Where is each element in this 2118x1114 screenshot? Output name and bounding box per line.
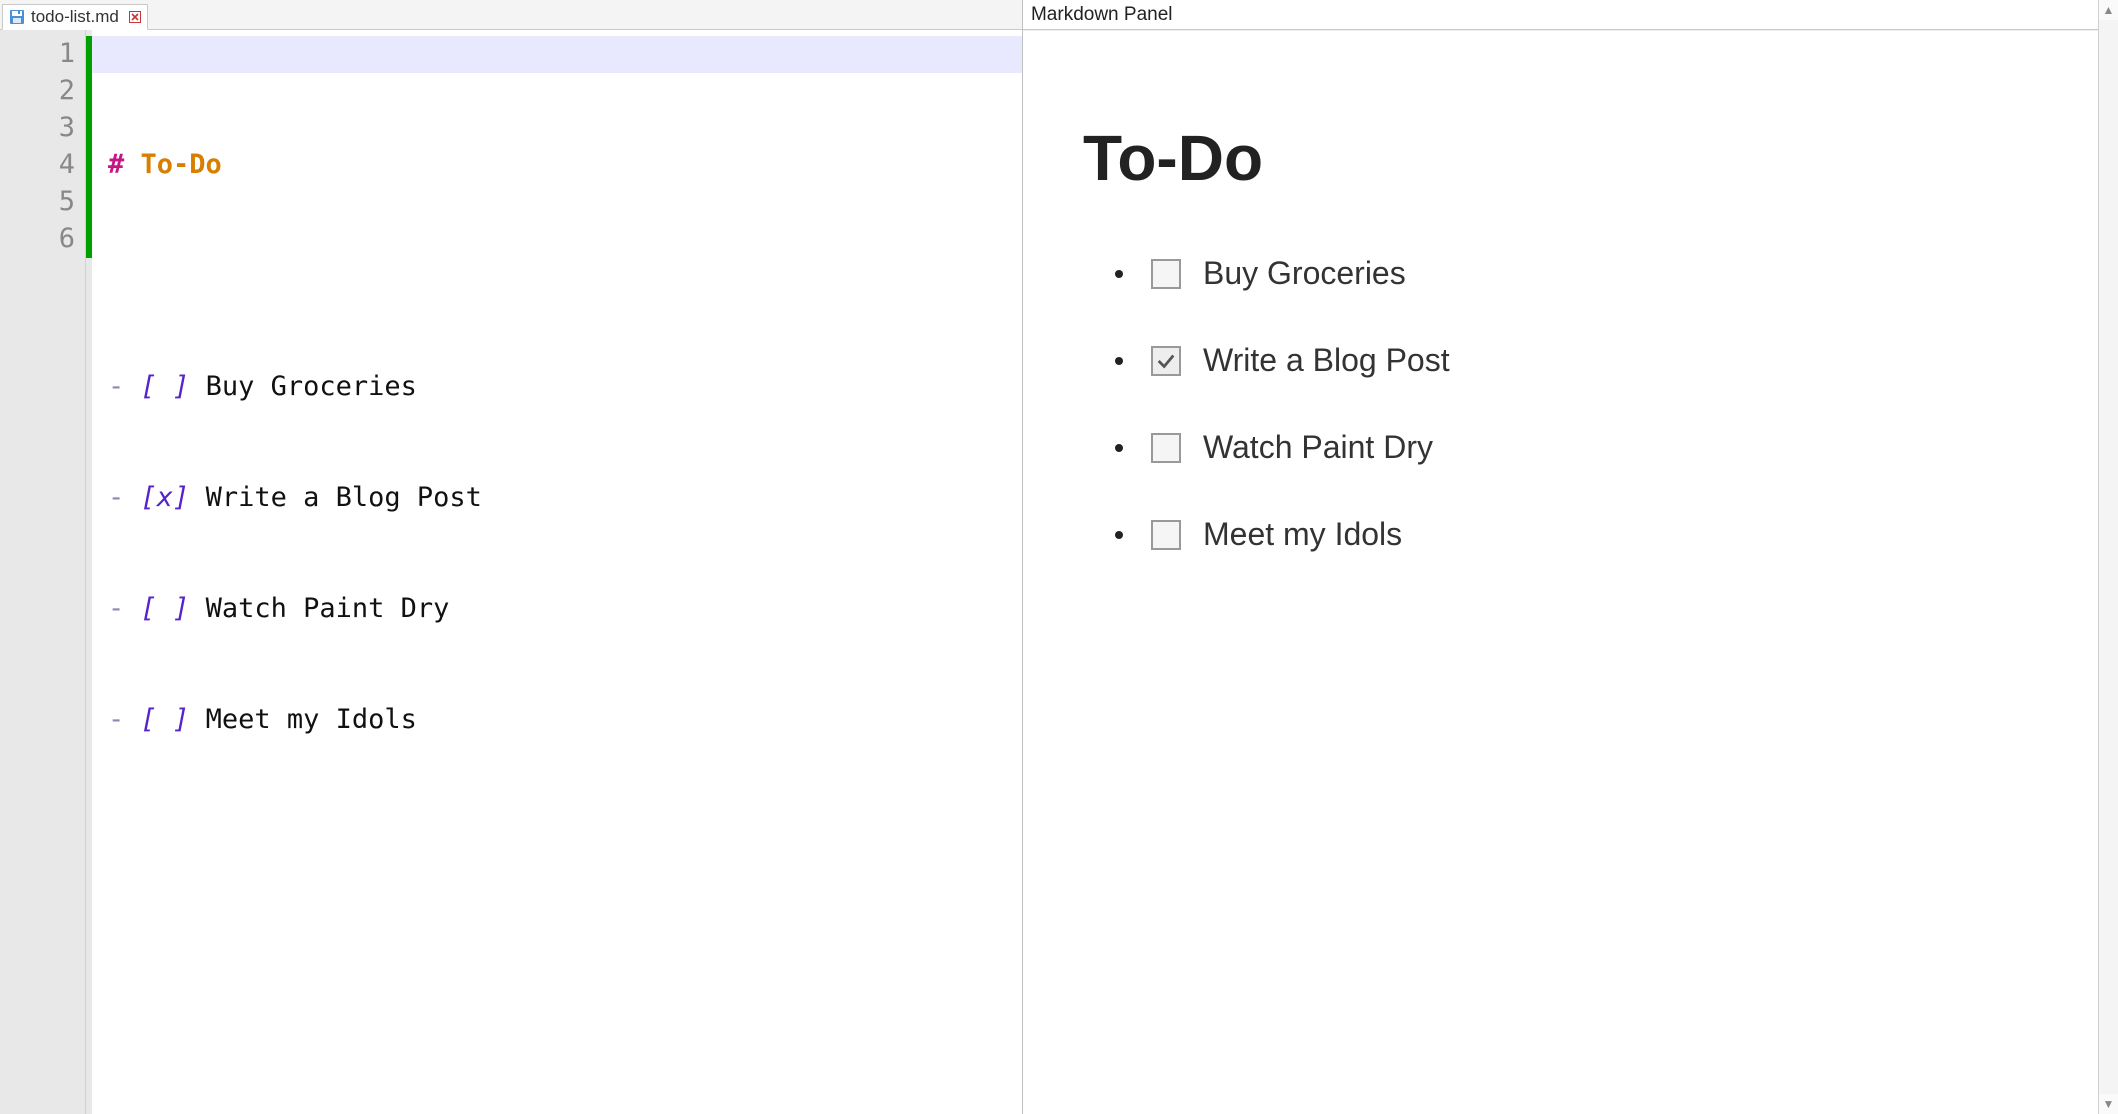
preview-scrollbar[interactable]: ▲ ▼ bbox=[2098, 0, 2118, 1114]
list-bullet: - bbox=[108, 704, 124, 735]
checkbox-bracket: [x] bbox=[141, 482, 190, 513]
heading-text: To-Do bbox=[141, 149, 222, 180]
checkbox-bracket: [ ] bbox=[141, 704, 190, 735]
list-bullet: - bbox=[108, 482, 124, 513]
bullet-icon bbox=[1115, 270, 1123, 278]
preview-pane: Markdown Panel To-Do Buy Groceries Write… bbox=[1023, 0, 2098, 1114]
code-line[interactable] bbox=[108, 258, 1022, 295]
preview-task-list: Buy Groceries Write a Blog Post Watch Pa… bbox=[1083, 255, 2038, 553]
line-number: 3 bbox=[6, 110, 75, 147]
task-text: Watch Paint Dry bbox=[206, 593, 450, 624]
preview-task-item: Write a Blog Post bbox=[1115, 342, 2038, 379]
code-line[interactable]: - [ ] Buy Groceries bbox=[108, 369, 1022, 406]
scroll-track[interactable] bbox=[2099, 20, 2118, 1094]
code-content[interactable]: # To-Do - [ ] Buy Groceries - [x] Write … bbox=[92, 30, 1022, 1114]
line-number: 5 bbox=[6, 184, 75, 221]
line-number: 2 bbox=[6, 73, 75, 110]
preview-heading: To-Do bbox=[1083, 121, 2038, 195]
scroll-up-arrow-icon[interactable]: ▲ bbox=[2099, 0, 2118, 20]
editor-tab-bar: todo-list.md bbox=[0, 0, 1022, 30]
task-text: Write a Blog Post bbox=[206, 482, 482, 513]
line-number-gutter: 1 2 3 4 5 6 bbox=[0, 30, 86, 1114]
tab-close-icon[interactable] bbox=[129, 11, 141, 23]
scroll-down-arrow-icon[interactable]: ▼ bbox=[2099, 1094, 2118, 1114]
task-label: Buy Groceries bbox=[1203, 255, 1406, 292]
checkbox-bracket: [ ] bbox=[141, 371, 190, 402]
code-line[interactable]: # To-Do bbox=[108, 147, 1022, 184]
active-line-highlight bbox=[92, 36, 1022, 73]
line-number: 1 bbox=[6, 36, 75, 73]
list-bullet: - bbox=[108, 371, 124, 402]
checkbox-icon[interactable] bbox=[1151, 346, 1181, 376]
task-text: Buy Groceries bbox=[206, 371, 417, 402]
checkbox-icon[interactable] bbox=[1151, 259, 1181, 289]
line-number: 4 bbox=[6, 147, 75, 184]
checkbox-icon[interactable] bbox=[1151, 433, 1181, 463]
editor-pane: todo-list.md 1 2 3 4 5 6 # To-Do - [ ] B… bbox=[0, 0, 1023, 1114]
bullet-icon bbox=[1115, 444, 1123, 452]
task-label: Watch Paint Dry bbox=[1203, 429, 1433, 466]
task-label: Write a Blog Post bbox=[1203, 342, 1450, 379]
file-tab-label: todo-list.md bbox=[31, 7, 119, 27]
bullet-icon bbox=[1115, 357, 1123, 365]
save-disk-icon bbox=[9, 9, 25, 25]
preview-body[interactable]: To-Do Buy Groceries Write a Blog Post Wa… bbox=[1023, 30, 2098, 1114]
code-area[interactable]: 1 2 3 4 5 6 # To-Do - [ ] Buy Groceries … bbox=[0, 30, 1022, 1114]
preview-task-item: Buy Groceries bbox=[1115, 255, 2038, 292]
code-line[interactable]: - [ ] Meet my Idols bbox=[108, 702, 1022, 739]
preview-panel-title: Markdown Panel bbox=[1023, 0, 2098, 30]
heading-marker: # bbox=[108, 149, 124, 180]
checkbox-bracket: [ ] bbox=[141, 593, 190, 624]
task-label: Meet my Idols bbox=[1203, 516, 1402, 553]
list-bullet: - bbox=[108, 593, 124, 624]
bullet-icon bbox=[1115, 531, 1123, 539]
file-tab[interactable]: todo-list.md bbox=[2, 4, 148, 30]
preview-task-item: Watch Paint Dry bbox=[1115, 429, 2038, 466]
preview-task-item: Meet my Idols bbox=[1115, 516, 2038, 553]
task-text: Meet my Idols bbox=[206, 704, 417, 735]
code-line[interactable]: - [ ] Watch Paint Dry bbox=[108, 591, 1022, 628]
line-number: 6 bbox=[6, 221, 75, 258]
checkbox-icon[interactable] bbox=[1151, 520, 1181, 550]
code-line[interactable]: - [x] Write a Blog Post bbox=[108, 480, 1022, 517]
